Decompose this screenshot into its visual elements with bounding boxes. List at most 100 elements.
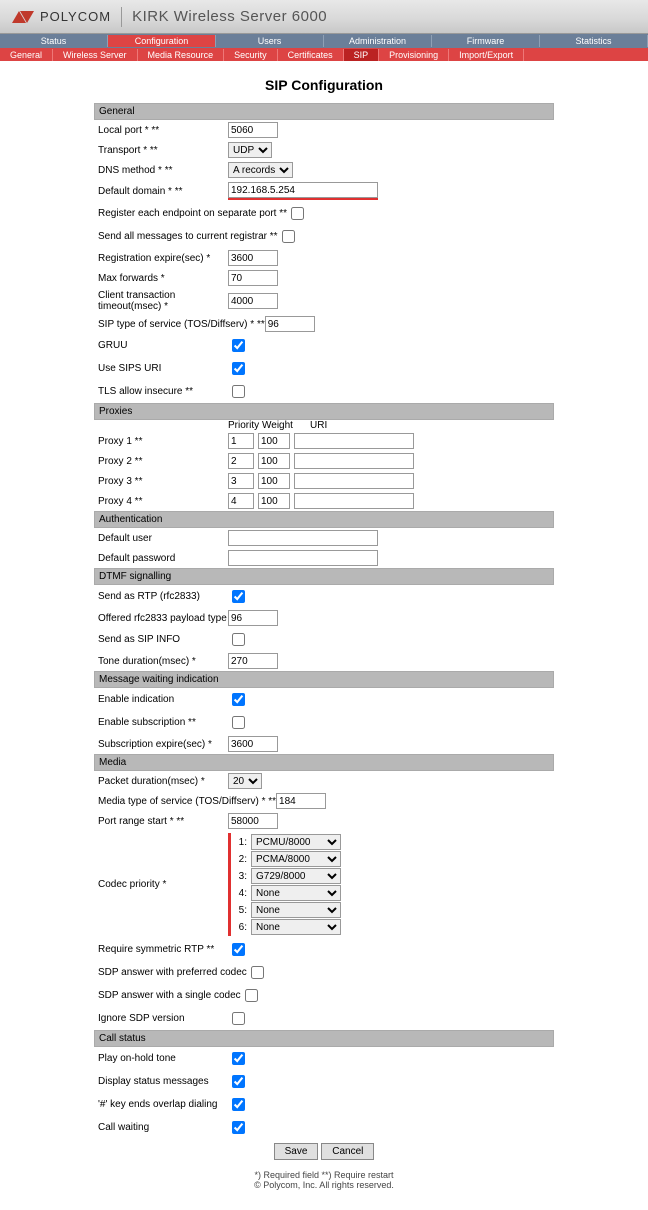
select-dns-method[interactable]: A records (228, 162, 293, 178)
input-port-range[interactable] (228, 813, 278, 829)
checkbox-sdp-single[interactable] (245, 989, 258, 1002)
checkbox-send-all-registrar[interactable] (282, 230, 295, 243)
label-tls-insecure: TLS allow insecure ** (98, 386, 228, 397)
select-codec-3[interactable]: G729/8000 (251, 868, 341, 884)
checkbox-use-sips[interactable] (232, 362, 245, 375)
col-weight: Weight (262, 420, 302, 431)
label-sdp-single: SDP answer with a single codec (98, 990, 241, 1001)
checkbox-enable-subscription[interactable] (232, 716, 245, 729)
label-subscription-expire: Subscription expire(sec) * (98, 739, 228, 750)
label-register-separate: Register each endpoint on separate port … (98, 208, 287, 219)
section-media: Media (94, 754, 554, 771)
input-proxy3-priority[interactable] (228, 473, 254, 489)
sub-nav: General Wireless Server Media Resource S… (0, 48, 648, 61)
nav-administration[interactable]: Administration (324, 35, 432, 47)
input-client-timeout[interactable] (228, 293, 278, 309)
label-proxy-3: Proxy 3 ** (98, 476, 228, 487)
subnav-provisioning[interactable]: Provisioning (379, 49, 449, 61)
checkbox-tls-insecure[interactable] (232, 385, 245, 398)
checkbox-hash-overlap[interactable] (232, 1098, 245, 1111)
header-bar: POLYCOM KIRK Wireless Server 6000 (0, 0, 648, 34)
input-max-forwards[interactable] (228, 270, 278, 286)
input-proxy4-priority[interactable] (228, 493, 254, 509)
input-tone-duration[interactable] (228, 653, 278, 669)
nav-statistics[interactable]: Statistics (540, 35, 648, 47)
input-proxy2-weight[interactable] (258, 453, 290, 469)
select-transport[interactable]: UDP (228, 142, 272, 158)
label-ignore-sdp: Ignore SDP version (98, 1013, 228, 1024)
col-priority: Priority (228, 420, 258, 431)
select-codec-2[interactable]: PCMA/8000 (251, 851, 341, 867)
checkbox-sip-info[interactable] (232, 633, 245, 646)
label-sdp-preferred: SDP answer with preferred codec (98, 967, 247, 978)
input-proxy2-priority[interactable] (228, 453, 254, 469)
nav-configuration[interactable]: Configuration (108, 35, 216, 47)
checkbox-gruu[interactable] (232, 339, 245, 352)
input-default-domain[interactable] (228, 182, 378, 198)
label-sip-info: Send as SIP INFO (98, 634, 228, 645)
main-nav: Status Configuration Users Administratio… (0, 34, 648, 48)
label-payload: Offered rfc2833 payload type (98, 613, 228, 624)
label-proxy-2: Proxy 2 ** (98, 456, 228, 467)
subnav-security[interactable]: Security (224, 49, 278, 61)
checkbox-ignore-sdp[interactable] (232, 1012, 245, 1025)
label-dns-method: DNS method * ** (98, 165, 228, 176)
input-proxy2-uri[interactable] (294, 453, 414, 469)
input-proxy1-weight[interactable] (258, 433, 290, 449)
label-hold-tone: Play on-hold tone (98, 1053, 228, 1064)
brand-logo: POLYCOM (0, 9, 111, 24)
nav-firmware[interactable]: Firmware (432, 35, 540, 47)
label-proxy-1: Proxy 1 ** (98, 436, 228, 447)
page-title: SIP Configuration (0, 77, 648, 93)
subnav-media-resource[interactable]: Media Resource (138, 49, 225, 61)
select-codec-4[interactable]: None (251, 885, 341, 901)
input-proxy1-priority[interactable] (228, 433, 254, 449)
input-payload[interactable] (228, 610, 278, 626)
subnav-certificates[interactable]: Certificates (278, 49, 344, 61)
checkbox-sdp-preferred[interactable] (251, 966, 264, 979)
subnav-import-export[interactable]: Import/Export (449, 49, 524, 61)
input-proxy1-uri[interactable] (294, 433, 414, 449)
input-proxy3-weight[interactable] (258, 473, 290, 489)
input-proxy4-uri[interactable] (294, 493, 414, 509)
subnav-general[interactable]: General (0, 49, 53, 61)
label-send-rtp: Send as RTP (rfc2833) (98, 591, 228, 602)
checkbox-send-rtp[interactable] (232, 590, 245, 603)
nav-status[interactable]: Status (0, 35, 108, 47)
section-auth: Authentication (94, 511, 554, 528)
label-local-port: Local port * ** (98, 125, 228, 136)
select-codec-5[interactable]: None (251, 902, 341, 918)
checkbox-hold-tone[interactable] (232, 1052, 245, 1065)
input-subscription-expire[interactable] (228, 736, 278, 752)
label-require-symmetric: Require symmetric RTP ** (98, 944, 228, 955)
section-mwi: Message waiting indication (94, 671, 554, 688)
save-button[interactable]: Save (274, 1143, 319, 1160)
checkbox-require-symmetric[interactable] (232, 943, 245, 956)
subnav-sip[interactable]: SIP (344, 49, 380, 61)
select-codec-1[interactable]: PCMU/8000 (251, 834, 341, 850)
label-default-domain: Default domain * ** (98, 186, 228, 197)
input-default-user[interactable] (228, 530, 378, 546)
label-use-sips: Use SIPS URI (98, 363, 228, 374)
input-proxy4-weight[interactable] (258, 493, 290, 509)
input-default-password[interactable] (228, 550, 378, 566)
input-proxy3-uri[interactable] (294, 473, 414, 489)
input-media-tos[interactable] (276, 793, 326, 809)
nav-users[interactable]: Users (216, 35, 324, 47)
input-local-port[interactable] (228, 122, 278, 138)
subnav-wireless-server[interactable]: Wireless Server (53, 49, 138, 61)
checkbox-call-waiting[interactable] (232, 1121, 245, 1134)
label-default-user: Default user (98, 533, 228, 544)
label-sip-tos: SIP type of service (TOS/Diffserv) * ** (98, 319, 265, 330)
select-codec-6[interactable]: None (251, 919, 341, 935)
label-call-waiting: Call waiting (98, 1122, 228, 1133)
checkbox-enable-indication[interactable] (232, 693, 245, 706)
input-sip-tos[interactable] (265, 316, 315, 332)
input-reg-expire[interactable] (228, 250, 278, 266)
checkbox-register-separate[interactable] (291, 207, 304, 220)
checkbox-display-status[interactable] (232, 1075, 245, 1088)
cancel-button[interactable]: Cancel (321, 1143, 374, 1160)
label-media-tos: Media type of service (TOS/Diffserv) * *… (98, 796, 276, 807)
select-packet-duration[interactable]: 20 (228, 773, 262, 789)
label-proxy-4: Proxy 4 ** (98, 496, 228, 507)
